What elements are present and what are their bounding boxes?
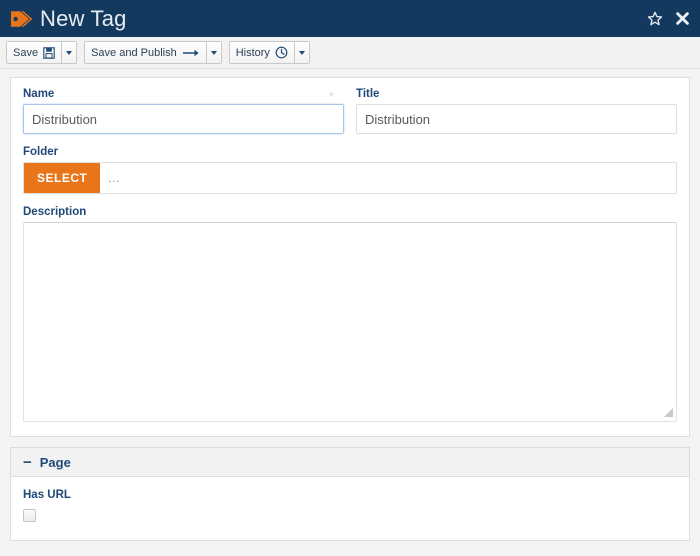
content-area: Name * Title Folder SELECT ... De	[0, 69, 700, 556]
window-header: New Tag	[0, 0, 700, 37]
chevron-down-icon	[66, 50, 73, 55]
header-actions	[647, 11, 690, 27]
folder-field-group: Folder SELECT ...	[23, 146, 677, 194]
name-input[interactable]	[23, 104, 344, 134]
save-button-label: Save	[13, 46, 39, 59]
description-label: Description	[23, 206, 87, 218]
title-label: Title	[356, 88, 380, 100]
close-icon	[676, 12, 689, 25]
has-url-label: Has URL	[23, 489, 71, 501]
tag-icon	[11, 10, 33, 27]
save-and-publish-button-label: Save and Publish	[91, 46, 177, 59]
arrow-right-icon	[182, 49, 199, 56]
floppy-disk-icon	[43, 46, 55, 59]
name-title-row: Name * Title	[23, 88, 677, 134]
save-button-group: Save	[6, 41, 78, 64]
page-panel: − Page Has URL	[10, 447, 690, 541]
description-textarea[interactable]	[23, 222, 677, 422]
save-and-publish-button[interactable]: Save and Publish	[85, 42, 207, 63]
toolbar: Save Save and Publish History	[0, 37, 700, 69]
close-button[interactable]	[675, 11, 690, 26]
tag-properties-panel: Name * Title Folder SELECT ... De	[10, 77, 690, 437]
folder-control: SELECT ...	[23, 162, 677, 194]
history-button-group: History	[228, 41, 310, 64]
new-tag-window: New Tag Save Save and Publish History Na…	[0, 0, 700, 556]
required-indicator: *	[328, 88, 334, 104]
clock-icon	[275, 46, 288, 59]
page-section-header[interactable]: − Page	[11, 448, 689, 477]
page-section-body: Has URL	[11, 477, 689, 540]
title-field-group: Title	[356, 88, 677, 134]
star-icon	[647, 11, 663, 25]
chevron-down-icon	[298, 50, 305, 55]
page-section-title: Page	[39, 454, 71, 470]
history-button-label: History	[235, 46, 270, 59]
name-label: Name	[23, 88, 55, 100]
history-button[interactable]: History	[229, 42, 295, 63]
save-and-publish-dropdown-button[interactable]	[206, 42, 221, 63]
has-url-checkbox[interactable]	[23, 509, 36, 522]
history-dropdown-button[interactable]	[294, 42, 309, 63]
name-label-row: Name *	[23, 88, 344, 104]
folder-value[interactable]: ...	[100, 163, 676, 193]
folder-select-button[interactable]: SELECT	[24, 163, 101, 193]
save-button[interactable]: Save	[7, 42, 63, 63]
save-dropdown-button[interactable]	[62, 42, 77, 63]
page-title: New Tag	[40, 5, 127, 31]
chevron-down-icon	[210, 50, 217, 55]
folder-label: Folder	[23, 146, 59, 158]
description-wrapper	[23, 222, 677, 422]
save-and-publish-button-group: Save and Publish	[84, 41, 222, 64]
minus-icon[interactable]: −	[23, 455, 32, 470]
title-input[interactable]	[356, 104, 677, 134]
description-field-group: Description	[23, 206, 677, 422]
favorite-button[interactable]	[647, 11, 663, 27]
name-field-group: Name *	[23, 88, 344, 134]
